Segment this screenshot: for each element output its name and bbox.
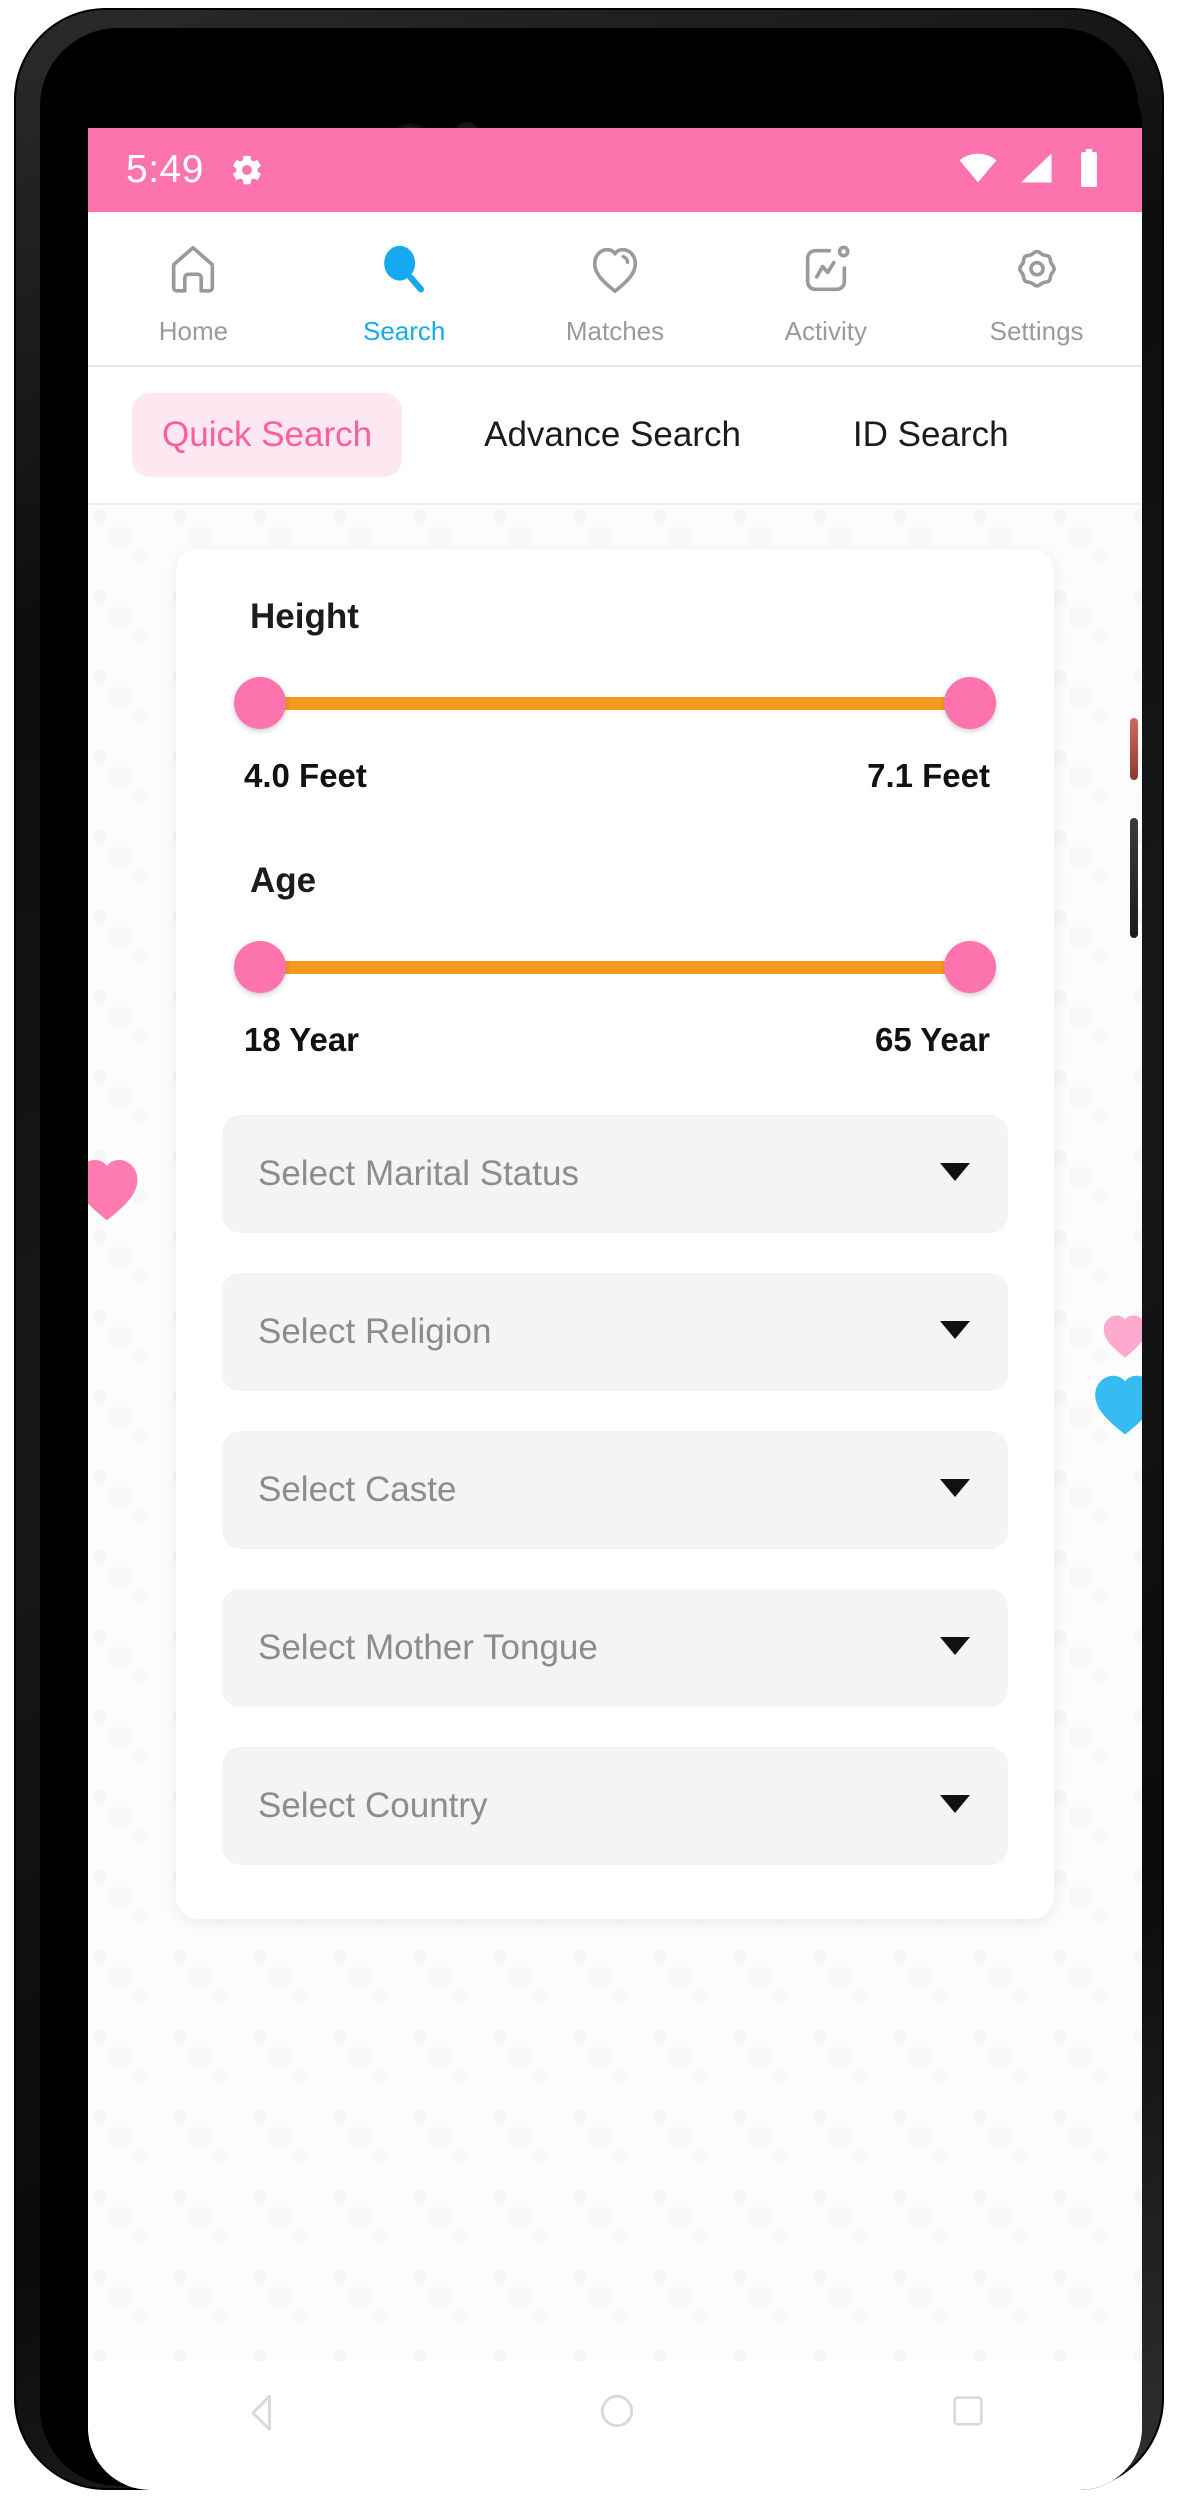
dropdown-country[interactable]: Select Country (222, 1747, 1008, 1865)
chevron-down-icon[interactable] (940, 1162, 970, 1187)
age-title: Age (250, 861, 317, 900)
height-slider-thumb-min[interactable] (234, 677, 286, 729)
gear-icon (230, 153, 264, 187)
nav-label-home: Home (158, 316, 229, 346)
activity-chart-icon (797, 238, 855, 300)
nav-label-activity: Activity (784, 316, 867, 346)
dropdown-caste[interactable]: Select Caste (222, 1431, 1008, 1549)
dropdown-marital-status-label: Select Marital Status (258, 1154, 579, 1193)
tab-quick-search[interactable]: Quick Search (132, 393, 403, 477)
chevron-down-icon[interactable] (940, 1320, 970, 1345)
dropdown-country-label: Select Country (258, 1786, 488, 1825)
status-bar: 5:49 (88, 128, 1142, 212)
dropdown-religion-label: Select Religion (258, 1312, 492, 1351)
tab-id-search[interactable]: ID Search (823, 393, 1039, 477)
cellular-signal-icon (1018, 152, 1056, 189)
nav-item-search[interactable]: Search (299, 238, 510, 347)
home-icon (164, 238, 222, 300)
wifi-icon (958, 152, 998, 189)
side-button-power[interactable] (1130, 718, 1138, 780)
age-slider-thumb-min[interactable] (234, 941, 286, 993)
nav-item-activity[interactable]: Activity (720, 238, 931, 347)
decorative-heart-icon (88, 1160, 138, 1221)
main-navigation-bar: Home Search Matches Activity Settings (88, 212, 1142, 367)
height-filter: Height 4.0 Feet 7.1 Feet (176, 597, 1054, 795)
height-slider-track[interactable] (262, 696, 968, 710)
search-filters-content: Height 4.0 Feet 7.1 Feet Age 18 Year 65 … (88, 505, 1142, 2465)
search-mode-tabs: Quick Search Advance Search ID Search (88, 367, 1142, 505)
dropdown-mother-tongue[interactable]: Select Mother Tongue (222, 1589, 1008, 1707)
dropdown-mother-tongue-label: Select Mother Tongue (258, 1628, 598, 1667)
recents-square-icon[interactable] (948, 2391, 988, 2436)
age-min-value: 18 Year (244, 1021, 360, 1058)
chevron-down-icon[interactable] (940, 1794, 970, 1819)
status-bar-clock: 5:49 (126, 148, 204, 191)
back-triangle-icon[interactable] (242, 2389, 286, 2438)
filter-card: Height 4.0 Feet 7.1 Feet Age 18 Year 65 … (176, 549, 1054, 1919)
app-viewport: 5:49 Home Search Matches Activity Settin… (88, 128, 1142, 2490)
nav-label-settings: Settings (989, 316, 1084, 346)
dropdown-religion[interactable]: Select Religion (222, 1273, 1008, 1391)
nav-item-home[interactable]: Home (88, 238, 299, 347)
chevron-down-icon[interactable] (940, 1478, 970, 1503)
status-bar-icons (958, 148, 1102, 192)
nav-item-settings[interactable]: Settings (931, 238, 1142, 347)
chevron-down-icon[interactable] (940, 1636, 970, 1661)
age-max-value: 65 Year (874, 1021, 990, 1058)
decorative-heart-icon (1095, 1375, 1142, 1435)
side-button-volume[interactable] (1130, 818, 1138, 938)
phone-bezel: 5:49 Home Search Matches Activity Settin… (40, 28, 1142, 2490)
nav-label-matches: Matches (565, 316, 665, 346)
age-slider-track[interactable] (262, 960, 968, 974)
nav-label-search: Search (363, 316, 446, 346)
age-slider-thumb-max[interactable] (944, 941, 996, 993)
tab-advance-search[interactable]: Advance Search (454, 393, 771, 477)
heart-icon (586, 238, 644, 300)
age-range-slider[interactable] (234, 939, 996, 995)
decorative-heart-icon (1103, 1315, 1142, 1358)
phone-frame: 5:49 Home Search Matches Activity Settin… (14, 8, 1164, 2490)
height-title: Height (250, 597, 359, 636)
phone-screen: 5:49 Home Search Matches Activity Settin… (88, 64, 1142, 2490)
height-range-slider[interactable] (234, 675, 996, 731)
dropdown-caste-label: Select Caste (258, 1470, 457, 1509)
battery-icon (1076, 148, 1102, 192)
dropdown-marital-status[interactable]: Select Marital Status (222, 1115, 1008, 1233)
height-max-value: 7.1 Feet (867, 757, 990, 794)
android-system-navigation (88, 2361, 1142, 2465)
search-icon (375, 238, 433, 300)
height-value-row: 4.0 Feet 7.1 Feet (244, 757, 990, 795)
height-slider-thumb-max[interactable] (944, 677, 996, 729)
nav-item-matches[interactable]: Matches (510, 238, 721, 347)
age-value-row: 18 Year 65 Year (244, 1021, 990, 1059)
home-circle-icon[interactable] (595, 2389, 639, 2438)
height-min-value: 4.0 Feet (244, 757, 367, 794)
gear-icon (1008, 238, 1066, 300)
age-filter: Age 18 Year 65 Year (176, 861, 1054, 1059)
